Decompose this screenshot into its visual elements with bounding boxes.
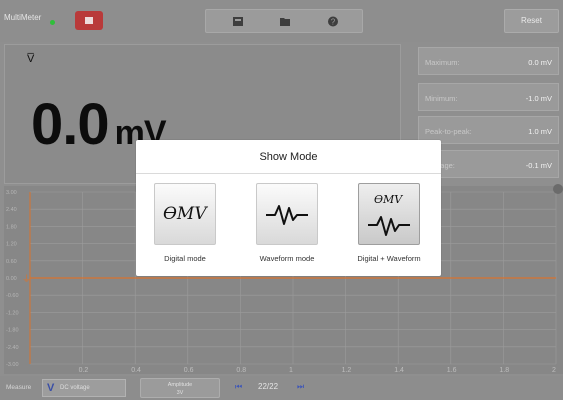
app-title: MultiMeter <box>4 13 42 22</box>
y-tick-label: -3.00 <box>6 362 19 368</box>
stat-value: 1.0 mV <box>528 127 552 136</box>
top-toolbar: MultiMeter ? Reset <box>0 0 563 42</box>
x-tick-label: 0.8 <box>236 367 246 374</box>
x-tick-label: 1.6 <box>447 367 457 374</box>
x-tick-label: 0.6 <box>184 367 194 374</box>
stat-maximum: Maximum: 0.0 mV <box>418 47 559 75</box>
waveform-mode-icon <box>266 205 308 225</box>
measure-label: Measure <box>6 384 32 391</box>
digital-mode-icon: ƟMV <box>163 204 207 224</box>
stat-label: Maximum: <box>425 58 460 67</box>
amplitude-value: 3V <box>176 390 184 396</box>
stat-value: -1.0 mV <box>525 94 552 103</box>
bottom-toolbar: Measure V DC voltage Amplitude 3V ⏮ 22/2… <box>0 376 563 400</box>
reset-button[interactable]: Reset <box>504 9 559 33</box>
y-tick-label: 1.80 <box>6 224 17 230</box>
y-tick-label: -0.60 <box>6 293 19 299</box>
y-tick-label: 3.00 <box>6 190 17 196</box>
waveform-mode-label: Waveform mode <box>259 254 315 263</box>
digital-waveform-mode-label: Digital + Waveform <box>357 254 421 263</box>
y-tick-label: 0.00 <box>6 276 17 282</box>
first-page-icon[interactable]: ⏮ <box>235 382 242 392</box>
svg-text:?: ? <box>331 18 336 27</box>
digital-waveform-mode-button[interactable]: ƟMV <box>358 183 420 245</box>
stop-button[interactable] <box>75 11 103 30</box>
y-tick-label: 1.20 <box>6 242 17 248</box>
amplitude-button[interactable]: Amplitude 3V <box>140 378 220 398</box>
show-mode-dialog: Show Mode ƟMV ƟMV Digital mode Waveform … <box>136 140 441 276</box>
last-page-icon[interactable]: ⏭ <box>297 382 304 392</box>
y-tick-label: -1.20 <box>6 310 19 316</box>
stat-label: Minimum: <box>425 94 458 103</box>
y-tick-label: -1.80 <box>6 328 19 334</box>
page-indicator: 22/22 <box>258 382 279 391</box>
x-tick-label: 2 <box>552 367 556 374</box>
chart-handle-icon[interactable] <box>553 184 563 194</box>
ground-marker-icon[interactable]: ⏚ <box>22 274 31 285</box>
digital-mode-label: Digital mode <box>164 254 206 263</box>
record-icon[interactable] <box>232 16 244 27</box>
x-tick-label: 1.2 <box>342 367 352 374</box>
digital-mode-button[interactable]: ƟMV <box>154 183 216 245</box>
help-icon[interactable]: ? <box>327 16 339 27</box>
reading-value: 0.0 <box>31 92 110 157</box>
stat-value: 0.0 mV <box>528 58 552 67</box>
stat-minimum: Minimum: -1.0 mV <box>418 83 559 111</box>
amplitude-label: Amplitude <box>167 382 193 388</box>
x-tick-label: 1 <box>289 367 293 374</box>
dialog-title: Show Mode <box>136 140 441 174</box>
connection-status-icon <box>50 20 55 25</box>
x-tick-label: 0.2 <box>79 367 89 374</box>
dc-voltage-symbol: V̅ <box>27 53 35 65</box>
y-tick-label: 2.40 <box>6 207 17 213</box>
x-tick-label: 1.8 <box>499 367 509 374</box>
tool-button-group: ? <box>205 9 363 33</box>
y-tick-label: -2.40 <box>6 345 19 351</box>
x-tick-label: 1.4 <box>394 367 404 374</box>
waveform-mode-button[interactable] <box>256 183 318 245</box>
digital-waveform-wave-icon <box>368 216 410 236</box>
measure-select[interactable]: V DC voltage <box>42 379 126 397</box>
folder-icon[interactable] <box>279 16 291 27</box>
stat-value: -0.1 mV <box>525 161 552 170</box>
y-tick-label: 0.60 <box>6 259 17 265</box>
voltage-icon: V <box>47 382 55 394</box>
stat-label: Peak-to-peak: <box>425 127 472 136</box>
x-tick-label: 0.4 <box>131 367 141 374</box>
measure-value: DC voltage <box>60 385 90 391</box>
